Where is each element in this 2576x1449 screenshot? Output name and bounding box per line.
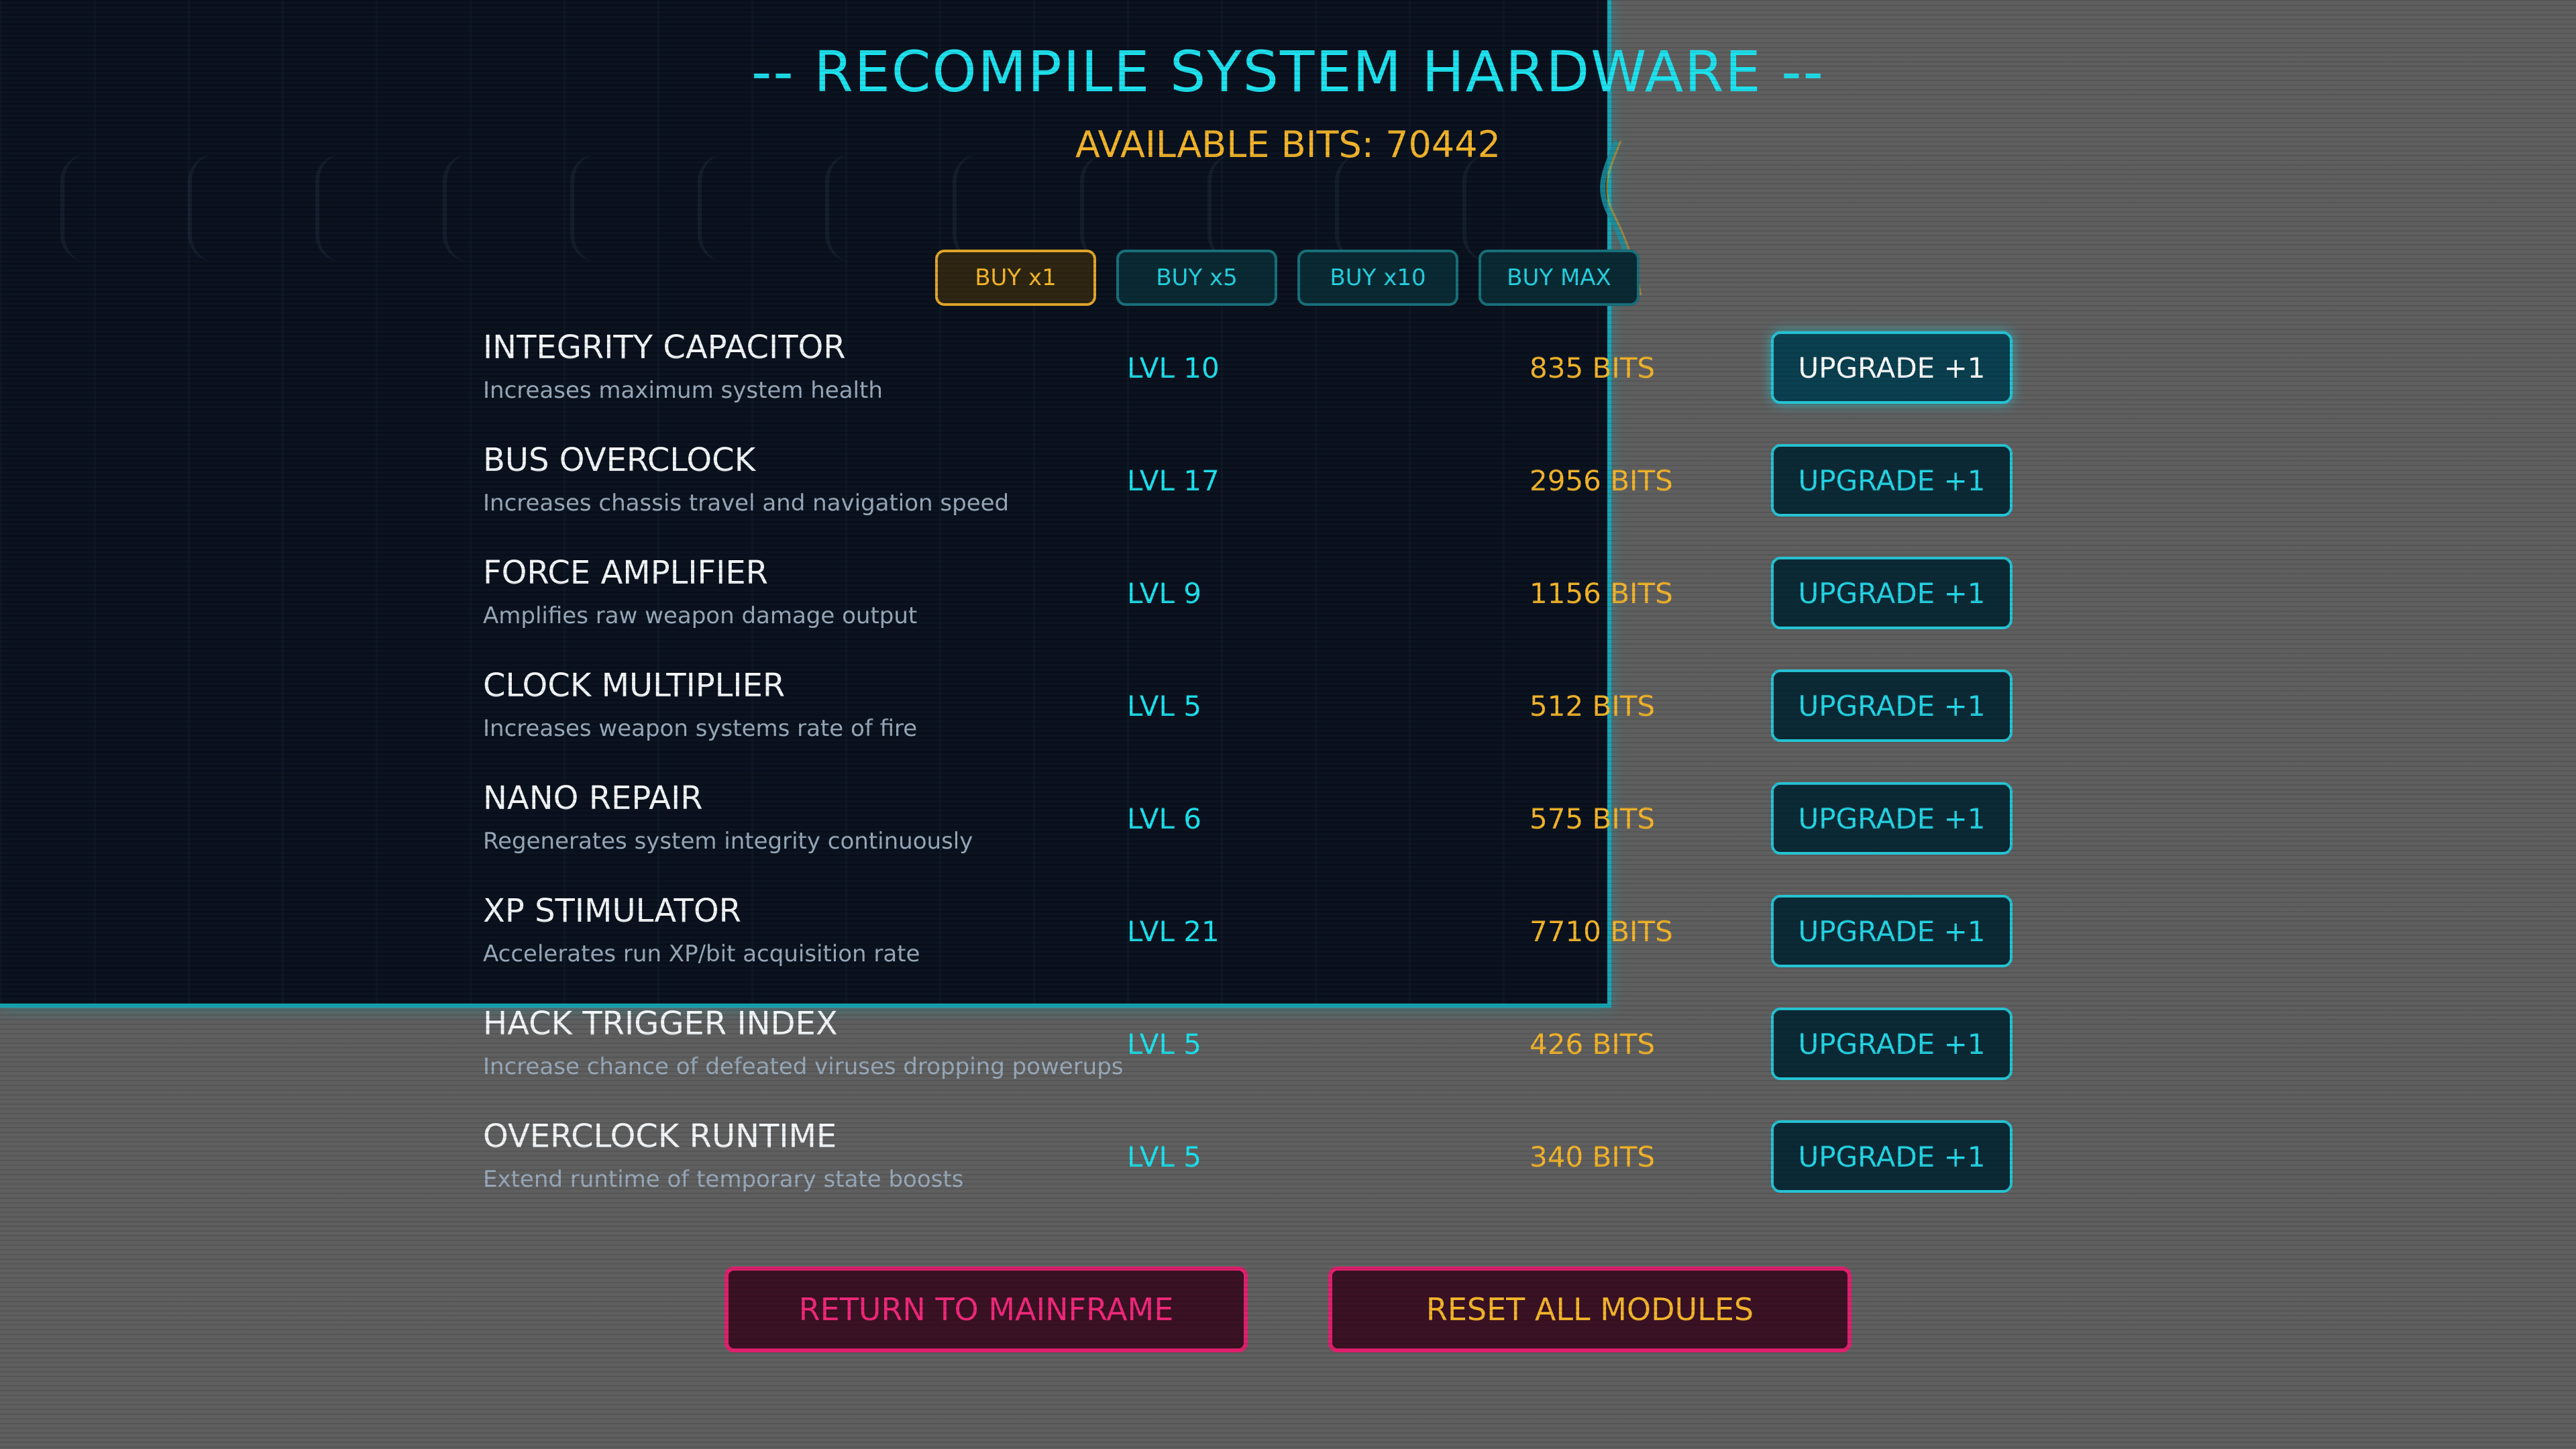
upgrade-list: INTEGRITY CAPACITOR Increases maximum sy… bbox=[483, 327, 2012, 1229]
ghost-decoration bbox=[1080, 154, 1138, 262]
module-cost: 512 BITS bbox=[1529, 690, 1656, 722]
upgrade-row-xp-stimulator: XP STIMULATOR Accelerates run XP/bit acq… bbox=[483, 891, 2012, 1004]
ghost-decoration bbox=[60, 154, 118, 262]
module-cost: 7710 BITS bbox=[1529, 915, 1673, 948]
module-level: LVL 9 bbox=[1127, 577, 1201, 610]
module-cost: 2956 BITS bbox=[1529, 464, 1673, 497]
ghost-decoration bbox=[188, 154, 246, 262]
page-title: -- RECOMPILE SYSTEM HARDWARE -- bbox=[751, 39, 1825, 105]
available-bits: AVAILABLE BITS: 70442 bbox=[1075, 123, 1501, 166]
ghost-decoration bbox=[443, 154, 500, 262]
module-level: LVL 21 bbox=[1127, 915, 1220, 948]
buy-x1-button[interactable]: BUY x1 bbox=[935, 250, 1096, 306]
module-description: Extend runtime of temporary state boosts bbox=[483, 1166, 964, 1193]
module-description: Increase chance of defeated viruses drop… bbox=[483, 1053, 1124, 1080]
module-description: Amplifies raw weapon damage output bbox=[483, 602, 918, 629]
module-level: LVL 10 bbox=[1127, 352, 1220, 384]
upgrade-button[interactable]: UPGRADE +1 bbox=[1771, 1008, 2012, 1080]
module-description: Regenerates system integrity continuousl… bbox=[483, 828, 973, 855]
module-level: LVL 17 bbox=[1127, 464, 1220, 497]
return-to-mainframe-button[interactable]: RETURN TO MAINFRAME bbox=[724, 1267, 1248, 1352]
upgrade-button[interactable]: UPGRADE +1 bbox=[1771, 331, 2012, 404]
upgrade-row-clock-multiplier: CLOCK MULTIPLIER Increases weapon system… bbox=[483, 665, 2012, 778]
module-name: OVERCLOCK RUNTIME bbox=[483, 1118, 837, 1155]
module-name: INTEGRITY CAPACITOR bbox=[483, 329, 846, 366]
buy-x10-button[interactable]: BUY x10 bbox=[1297, 250, 1458, 306]
module-cost: 575 BITS bbox=[1529, 802, 1656, 835]
ghost-decoration bbox=[1208, 154, 1265, 262]
reset-all-modules-button[interactable]: RESET ALL MODULES bbox=[1328, 1267, 1851, 1352]
upgrade-button[interactable]: UPGRADE +1 bbox=[1771, 557, 2012, 629]
module-level: LVL 5 bbox=[1127, 690, 1201, 722]
module-name: NANO REPAIR bbox=[483, 780, 703, 817]
module-name: BUS OVERCLOCK bbox=[483, 441, 756, 479]
module-cost: 835 BITS bbox=[1529, 352, 1656, 384]
module-level: LVL 5 bbox=[1127, 1140, 1201, 1173]
module-description: Increases chassis travel and navigation … bbox=[483, 490, 1010, 517]
buy-max-button[interactable]: BUY MAX bbox=[1479, 250, 1640, 306]
upgrade-row-nano-repair: NANO REPAIR Regenerates system integrity… bbox=[483, 778, 2012, 891]
module-cost: 1156 BITS bbox=[1529, 577, 1673, 610]
buy-mode-selector: BUY x1 BUY x5 BUY x10 BUY MAX bbox=[935, 250, 1640, 306]
ghost-decoration bbox=[1335, 154, 1393, 262]
ghost-decoration bbox=[1462, 154, 1520, 262]
upgrade-button[interactable]: UPGRADE +1 bbox=[1771, 782, 2012, 855]
upgrade-row-overclock-runtime: OVERCLOCK RUNTIME Extend runtime of temp… bbox=[483, 1116, 2012, 1229]
ghost-decoration bbox=[570, 154, 628, 262]
module-description: Accelerates run XP/bit acquisition rate bbox=[483, 941, 920, 967]
ghost-decoration bbox=[825, 154, 883, 262]
module-description: Increases maximum system health bbox=[483, 377, 883, 404]
upgrade-screen: -- RECOMPILE SYSTEM HARDWARE -- AVAILABL… bbox=[0, 0, 2576, 1449]
upgrade-button[interactable]: UPGRADE +1 bbox=[1771, 444, 2012, 517]
module-name: CLOCK MULTIPLIER bbox=[483, 667, 786, 704]
module-level: LVL 6 bbox=[1127, 802, 1201, 835]
upgrade-button[interactable]: UPGRADE +1 bbox=[1771, 669, 2012, 742]
module-name: FORCE AMPLIFIER bbox=[483, 554, 768, 592]
module-description: Increases weapon systems rate of fire bbox=[483, 715, 918, 742]
module-cost: 340 BITS bbox=[1529, 1140, 1656, 1173]
module-level: LVL 5 bbox=[1127, 1028, 1201, 1061]
upgrade-button[interactable]: UPGRADE +1 bbox=[1771, 1120, 2012, 1193]
upgrade-row-bus-overclock: BUS OVERCLOCK Increases chassis travel a… bbox=[483, 440, 2012, 553]
module-name: HACK TRIGGER INDEX bbox=[483, 1005, 838, 1042]
buy-x5-button[interactable]: BUY x5 bbox=[1116, 250, 1277, 306]
module-name: XP STIMULATOR bbox=[483, 892, 741, 930]
module-cost: 426 BITS bbox=[1529, 1028, 1656, 1061]
ghost-decoration bbox=[698, 154, 755, 262]
upgrade-row-integrity-capacitor: INTEGRITY CAPACITOR Increases maximum sy… bbox=[483, 327, 2012, 440]
ghost-decoration bbox=[315, 154, 373, 262]
upgrade-button[interactable]: UPGRADE +1 bbox=[1771, 895, 2012, 967]
upgrade-row-force-amplifier: FORCE AMPLIFIER Amplifies raw weapon dam… bbox=[483, 553, 2012, 665]
ghost-decoration bbox=[953, 154, 1010, 262]
upgrade-row-hack-trigger-index: HACK TRIGGER INDEX Increase chance of de… bbox=[483, 1004, 2012, 1116]
